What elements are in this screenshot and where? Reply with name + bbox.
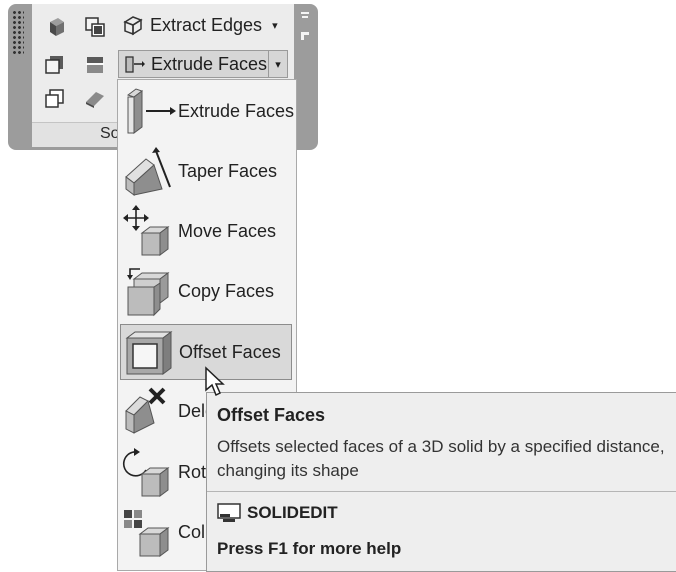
- color-faces-icon: [124, 510, 170, 557]
- tooltip-title: Offset Faces: [217, 405, 326, 425]
- tooltip-description: Offsets selected faces of a 3D solid by …: [217, 437, 665, 480]
- menu-item-extrude-faces[interactable]: Extrude Faces: [120, 83, 295, 139]
- pin-icon[interactable]: [298, 10, 312, 46]
- tooltip-help-hint: Press F1 for more help: [217, 539, 402, 558]
- menu-item-copy-faces[interactable]: Copy Faces: [120, 263, 292, 319]
- extrude-faces-label: Extrude Faces: [151, 53, 268, 74]
- extrude-faces-dropdown-arrow[interactable]: ▾: [268, 50, 288, 78]
- extrude-faces-button[interactable]: Extrude Faces: [118, 50, 270, 78]
- menu-item-taper-faces[interactable]: Taper Faces: [120, 143, 292, 199]
- menu-item-label: Taper Faces: [178, 160, 278, 181]
- menu-item-label: Offset Faces: [179, 341, 281, 362]
- menu-item-label: Move Faces: [178, 220, 277, 241]
- taper-faces-icon: [125, 147, 171, 196]
- extrude-solid-icon[interactable]: [44, 16, 66, 38]
- tooltip-divider: [207, 491, 676, 492]
- menu-item-move-faces[interactable]: Move Faces: [120, 203, 292, 259]
- extrude-faces-icon: [126, 88, 176, 134]
- slice-icon[interactable]: [84, 54, 106, 76]
- extrude-faces-icon: [125, 56, 145, 73]
- menu-item-label: Col: [178, 521, 206, 542]
- panel-grip-handle[interactable]: [12, 10, 24, 54]
- extract-edges-button[interactable]: Extract Edges ▾: [122, 14, 278, 36]
- extract-edges-icon: [123, 16, 143, 36]
- move-faces-icon: [123, 205, 170, 256]
- thicken-icon[interactable]: [44, 88, 66, 110]
- interfere-icon[interactable]: [44, 54, 66, 76]
- separate-icon[interactable]: [84, 16, 106, 38]
- delete-faces-icon: [125, 387, 166, 434]
- extract-edges-label: Extract Edges: [150, 14, 263, 35]
- menu-item-label: Copy Faces: [178, 280, 275, 301]
- mouse-cursor-icon: [205, 366, 225, 397]
- copy-faces-icon: [127, 268, 170, 317]
- menu-item-label: Rot: [178, 461, 207, 482]
- tooltip-command-name: SOLIDEDIT: [247, 503, 338, 522]
- shell-icon[interactable]: [84, 88, 106, 110]
- offset-faces-icon: [125, 331, 173, 375]
- tooltip: Offset Faces Offsets selected faces of a…: [206, 392, 676, 572]
- chevron-down-icon[interactable]: ▾: [272, 19, 278, 32]
- rotate-faces-icon: [122, 448, 170, 497]
- menu-item-label: Extrude Faces: [178, 100, 295, 121]
- command-line-icon: [217, 503, 241, 522]
